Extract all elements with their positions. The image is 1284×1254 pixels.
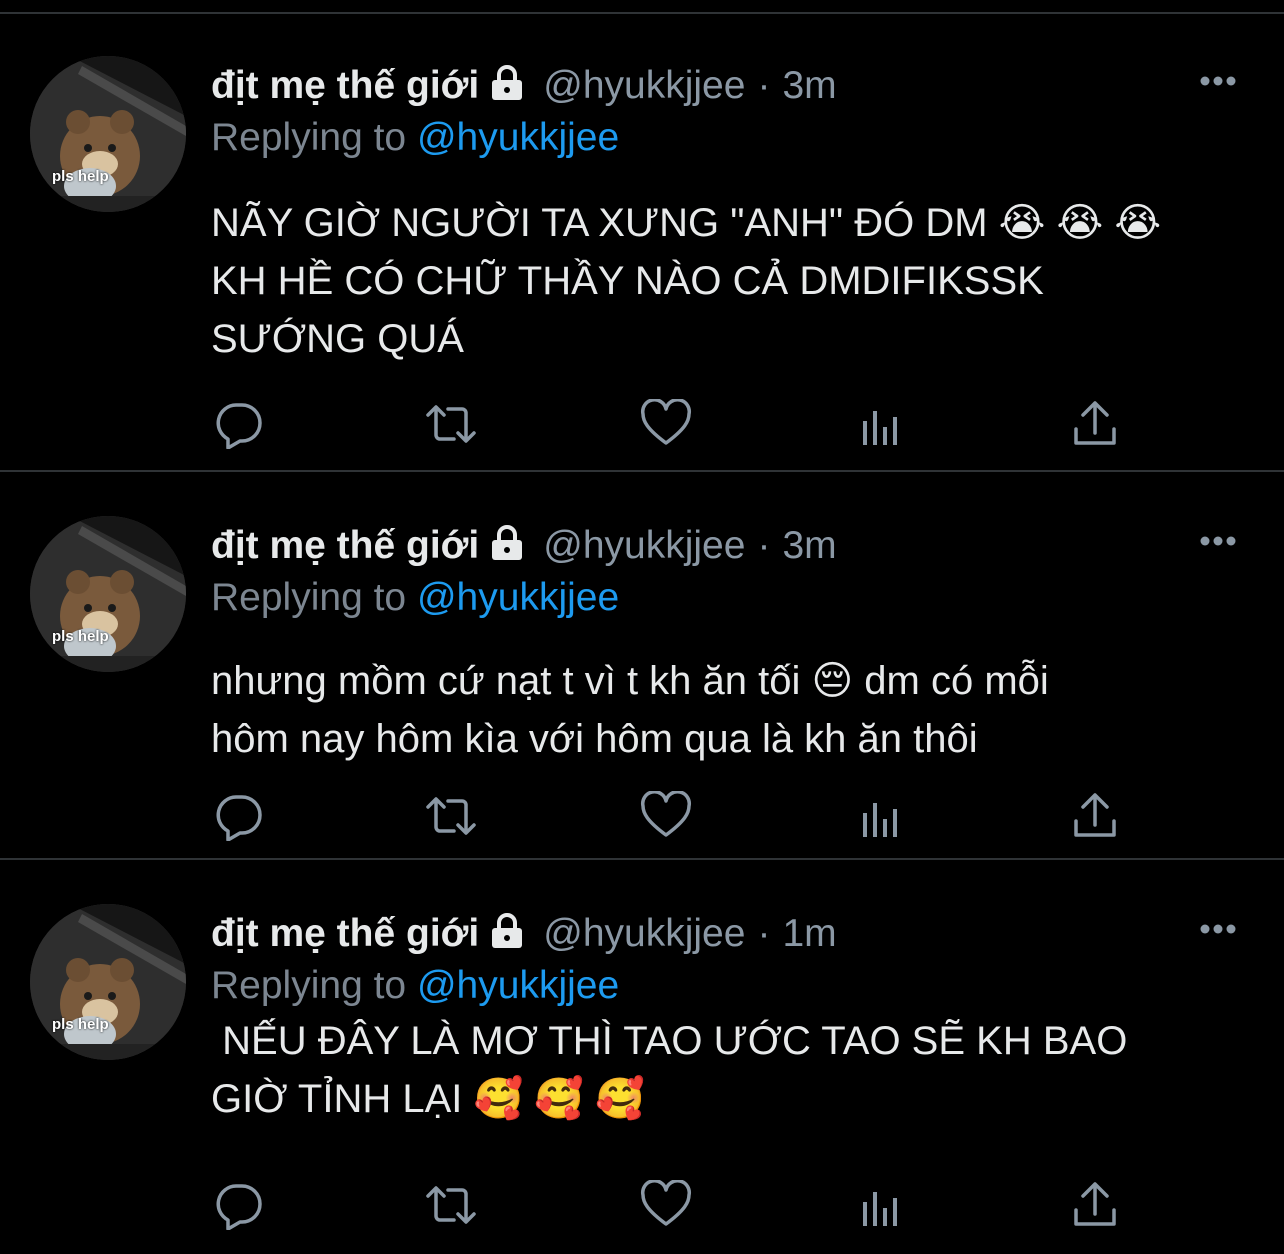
timestamp[interactable]: 3m (782, 64, 836, 107)
tweet-text: nhưng mồm cứ nạt t vì t kh ăn tối 😔 dm c… (211, 659, 1049, 761)
reply-prefix: Replying to (211, 576, 407, 619)
share-icon[interactable] (1068, 1180, 1122, 1230)
timeline: pls help địt mẹ thế giới @hyukkjjee · 3m Re… (0, 0, 1284, 1254)
reply-icon[interactable] (212, 399, 266, 449)
avatar[interactable]: pls help (30, 56, 186, 212)
views-icon[interactable] (855, 791, 909, 841)
reply-context: Replying to @hyukkjjee (211, 114, 619, 162)
like-icon[interactable] (639, 791, 693, 841)
handle[interactable]: @hyukkjjee (543, 912, 745, 955)
handle[interactable]: @hyukkjjee (543, 524, 745, 567)
retweet-icon[interactable] (424, 1180, 478, 1230)
avatar-caption: pls help (52, 168, 109, 185)
avatar-caption: pls help (52, 1016, 109, 1033)
retweet-icon[interactable] (424, 399, 478, 449)
tweet-header: địt mẹ thế giới @hyukkjjee · 3m (211, 62, 837, 113)
reply-context: Replying to @hyukkjjee (211, 962, 619, 1010)
avatar[interactable]: pls help (30, 516, 186, 672)
separator: · (757, 912, 771, 955)
lock-icon (487, 913, 527, 961)
display-name[interactable]: địt mẹ thế giới (211, 64, 479, 107)
separator: · (757, 524, 771, 567)
tweet-text: NẾU ĐÂY LÀ MƠ THÌ TAO ƯỚC TAO SẼ KH BAO … (211, 1019, 1128, 1121)
retweet-icon[interactable] (424, 791, 478, 841)
action-bar (0, 399, 1284, 449)
lock-icon (487, 65, 527, 113)
avatar-caption: pls help (52, 628, 109, 645)
share-icon[interactable] (1068, 399, 1122, 449)
tweet-header: địt mẹ thế giới @hyukkjjee · 1m (211, 910, 837, 961)
more-icon[interactable] (1198, 922, 1238, 936)
display-name[interactable]: địt mẹ thế giới (211, 912, 479, 955)
more-icon[interactable] (1198, 534, 1238, 548)
more-icon[interactable] (1198, 74, 1238, 88)
reply-icon[interactable] (212, 1180, 266, 1230)
action-bar (0, 1180, 1284, 1230)
divider (0, 858, 1284, 860)
reply-icon[interactable] (212, 791, 266, 841)
tweet[interactable]: pls help địt mẹ thế giới @hyukkjjee · 1m Re… (0, 862, 1284, 1254)
tweet[interactable]: pls help địt mẹ thế giới @hyukkjjee · 3m Re… (0, 14, 1284, 472)
avatar[interactable]: pls help (30, 904, 186, 1060)
tweet-text: NÃY GIỜ NGƯỜI TA XƯNG "ANH" ĐÓ DM 😭 😭 😭 … (211, 201, 1162, 361)
tweet-header: địt mẹ thế giới @hyukkjjee · 3m (211, 522, 837, 573)
reply-target-link[interactable]: @hyukkjjee (417, 116, 619, 159)
reply-context: Replying to @hyukkjjee (211, 574, 619, 622)
reply-target-link[interactable]: @hyukkjjee (417, 964, 619, 1007)
like-icon[interactable] (639, 1180, 693, 1230)
divider (0, 470, 1284, 472)
display-name[interactable]: địt mẹ thế giới (211, 524, 479, 567)
separator: · (757, 64, 771, 107)
timestamp[interactable]: 3m (782, 524, 836, 567)
lock-icon (487, 525, 527, 573)
share-icon[interactable] (1068, 791, 1122, 841)
handle[interactable]: @hyukkjjee (543, 64, 745, 107)
like-icon[interactable] (639, 399, 693, 449)
tweet[interactable]: pls help địt mẹ thế giới @hyukkjjee · 3m Re… (0, 474, 1284, 860)
reply-target-link[interactable]: @hyukkjjee (417, 576, 619, 619)
timestamp[interactable]: 1m (782, 912, 836, 955)
views-icon[interactable] (855, 1180, 909, 1230)
views-icon[interactable] (855, 399, 909, 449)
reply-prefix: Replying to (211, 116, 407, 159)
reply-prefix: Replying to (211, 964, 407, 1007)
action-bar (0, 791, 1284, 841)
